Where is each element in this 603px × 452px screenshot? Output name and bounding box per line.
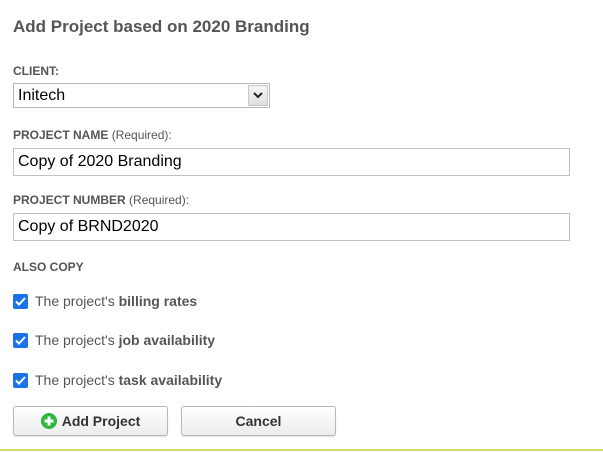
also-copy-heading: ALSO COPY xyxy=(13,260,84,274)
copy-task-availability-option[interactable]: The project's task availability xyxy=(13,371,222,389)
project-number-input[interactable] xyxy=(13,213,570,241)
billing-rates-prefix: The project's xyxy=(35,293,115,309)
plus-circle-icon xyxy=(40,413,57,429)
project-number-label: PROJECT NUMBER (Required): xyxy=(13,193,189,207)
cancel-label: Cancel xyxy=(235,413,282,429)
checkmark-icon xyxy=(15,375,26,385)
billing-rates-bold: billing rates xyxy=(118,293,198,309)
job-availability-bold: job availability xyxy=(118,332,216,348)
chevron-down-icon xyxy=(253,92,263,99)
task-availability-bold: task availability xyxy=(118,372,223,388)
client-select-value: Initech xyxy=(18,87,66,104)
task-availability-checkbox[interactable] xyxy=(13,372,28,388)
cancel-button[interactable]: Cancel xyxy=(181,406,336,436)
job-availability-label: The project's job availability xyxy=(35,332,215,348)
project-number-required-text: (Required): xyxy=(129,193,190,207)
client-select[interactable]: Initech xyxy=(13,83,270,108)
task-availability-prefix: The project's xyxy=(35,372,115,388)
bottom-divider xyxy=(0,449,603,451)
add-project-label: Add Project xyxy=(61,413,141,429)
job-availability-prefix: The project's xyxy=(35,332,115,348)
checkmark-icon xyxy=(15,296,26,306)
job-availability-checkbox[interactable] xyxy=(13,332,28,348)
project-name-required-text: (Required): xyxy=(111,128,172,142)
project-name-input[interactable] xyxy=(13,148,570,176)
add-project-button[interactable]: Add Project xyxy=(13,406,168,436)
project-number-label-text: PROJECT NUMBER xyxy=(13,193,126,207)
project-name-label: PROJECT NAME (Required): xyxy=(13,128,172,142)
billing-rates-label: The project's billing rates xyxy=(35,293,197,309)
copy-job-availability-option[interactable]: The project's job availability xyxy=(13,331,215,349)
project-name-label-text: PROJECT NAME xyxy=(13,128,109,142)
copy-billing-rates-option[interactable]: The project's billing rates xyxy=(13,292,197,310)
client-select-toggle[interactable] xyxy=(248,85,268,106)
checkmark-icon xyxy=(15,335,26,345)
dialog-title: Add Project based on 2020 Branding xyxy=(13,17,310,36)
billing-rates-checkbox[interactable] xyxy=(13,293,28,309)
task-availability-label: The project's task availability xyxy=(35,372,222,388)
client-label: CLIENT: xyxy=(13,64,59,78)
